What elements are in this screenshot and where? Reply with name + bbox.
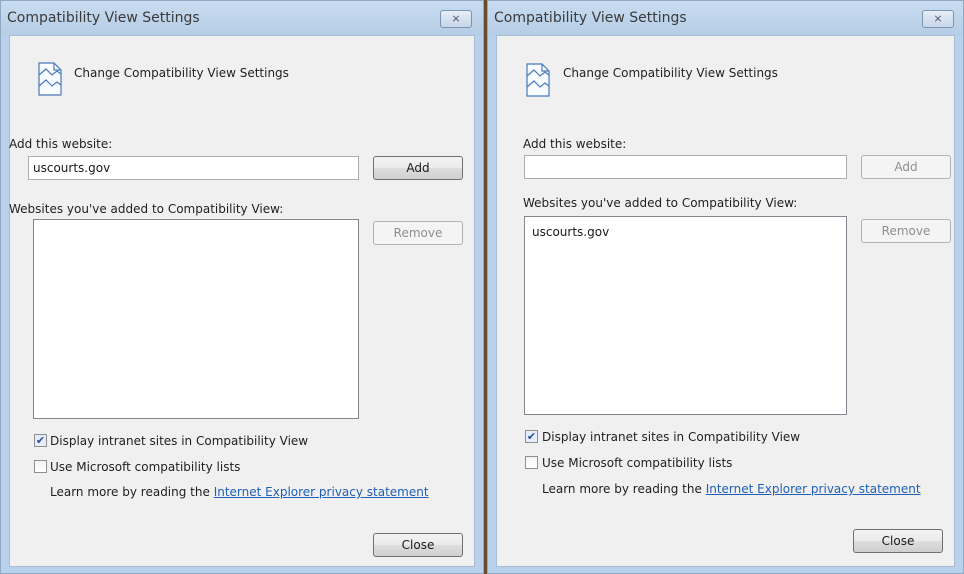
dialog-body: Change Compatibility View Settings Add t… [9,35,475,567]
remove-button[interactable]: Remove [373,221,463,245]
websites-list-label: Websites you've added to Compatibility V… [523,196,798,210]
learn-more-prefix: Learn more by reading the [50,485,214,499]
learn-more-text: Learn more by reading the Internet Explo… [542,482,921,496]
add-website-input[interactable]: uscourts.gov [28,156,359,180]
add-website-input[interactable] [524,155,847,179]
compatibility-view-icon [38,62,62,96]
dialog-header-text: Change Compatibility View Settings [563,66,778,80]
list-item[interactable]: uscourts.gov [532,225,609,239]
close-window-button[interactable]: ⨯ [922,10,954,28]
add-website-label: Add this website: [523,137,627,151]
privacy-statement-link[interactable]: Internet Explorer privacy statement [706,482,921,496]
compatibility-view-icon [526,63,550,97]
dialog-title: Compatibility View Settings [7,10,200,26]
dialog-header-text: Change Compatibility View Settings [74,66,289,80]
dialog-title: Compatibility View Settings [494,10,687,26]
close-window-button[interactable]: ⨯ [440,10,472,28]
intranet-checkbox-label: Display intranet sites in Compatibility … [542,430,801,444]
ms-lists-checkbox-label: Use Microsoft compatibility lists [542,456,733,470]
intranet-checkbox[interactable]: ✔ [34,434,47,447]
title-bar: Compatibility View Settings ⨯ [1,1,483,35]
privacy-statement-link[interactable]: Internet Explorer privacy statement [214,485,429,499]
ms-lists-checkbox[interactable] [525,456,538,469]
title-bar: Compatibility View Settings ⨯ [488,1,963,35]
dialog-body: Change Compatibility View Settings Add t… [496,35,955,567]
close-button[interactable]: Close [853,529,943,553]
websites-listbox[interactable] [33,219,359,419]
compat-dialog-right: Compatibility View Settings ⨯ Change Com… [487,0,964,574]
compat-dialog-left: Compatibility View Settings ⨯ Change Com… [0,0,484,574]
add-website-label: Add this website: [9,137,113,151]
intranet-checkbox[interactable]: ✔ [525,430,538,443]
add-button[interactable]: Add [373,156,463,180]
learn-more-prefix: Learn more by reading the [542,482,706,496]
close-button[interactable]: Close [373,533,463,557]
remove-button[interactable]: Remove [861,219,951,243]
ms-lists-checkbox[interactable] [34,460,47,473]
add-button[interactable]: Add [861,155,951,179]
websites-listbox[interactable]: uscourts.gov [524,216,847,415]
ms-lists-checkbox-label: Use Microsoft compatibility lists [50,460,241,474]
learn-more-text: Learn more by reading the Internet Explo… [50,485,429,499]
websites-list-label: Websites you've added to Compatibility V… [9,202,284,216]
intranet-checkbox-label: Display intranet sites in Compatibility … [50,434,309,448]
